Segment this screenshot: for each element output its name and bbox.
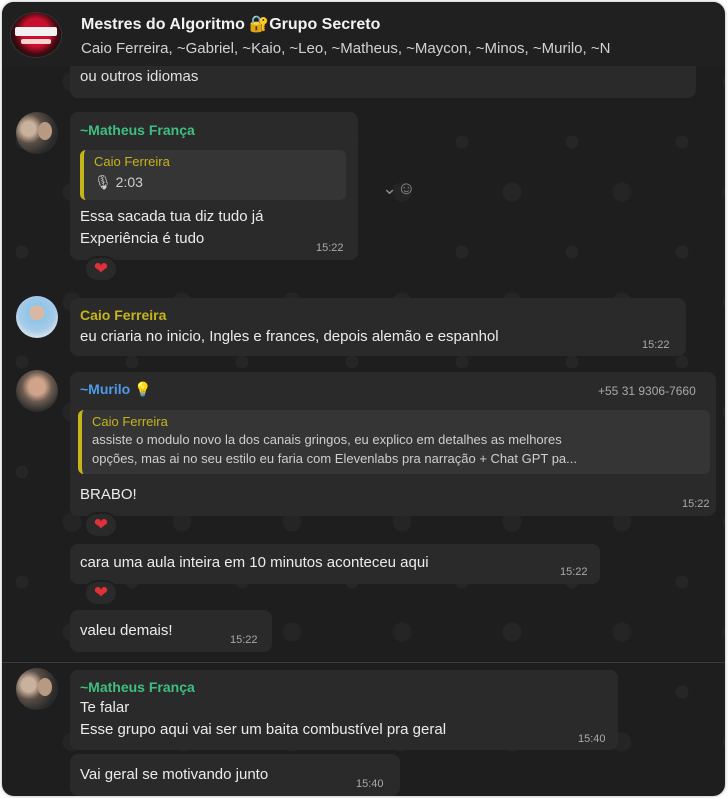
avatar-matheus[interactable] — [16, 668, 58, 710]
message-text-line: BRABO! — [80, 486, 137, 503]
message-text-line: Te falar — [80, 699, 130, 716]
chat-window: ~Matheus França Caio Ferreira 🎙 2:03 Ess… — [2, 2, 725, 796]
message-list[interactable]: ~Matheus França Caio Ferreira 🎙 2:03 Ess… — [2, 2, 725, 796]
message-text-line: cara uma aula inteira em 10 minutos acon… — [80, 554, 429, 571]
message-text-line: valeu demais! — [80, 622, 173, 639]
quote-audio-duration: 🎙 2:03 — [94, 174, 143, 190]
message-text-line: Experiência é tudo — [80, 230, 205, 247]
message-time: 15:22 — [230, 634, 258, 646]
message-text-line: Essa sacada tua diz tudo já — [80, 208, 264, 225]
message-bubble[interactable]: ~Matheus França Caio Ferreira 🎙 2:03 Ess… — [70, 112, 358, 260]
message-bubble[interactable]: ~Murilo 💡 +55 31 9306-7660 Caio Ferreira… — [70, 372, 716, 516]
quote-sender: Caio Ferreira — [92, 414, 168, 429]
message-bubble[interactable]: valeu demais! 15:22 — [70, 610, 272, 652]
message-bubble[interactable]: ~Matheus França Te falar Esse grupo aqui… — [70, 670, 618, 750]
group-title[interactable]: Mestres do Algoritmo 🔐Grupo Secreto — [81, 14, 380, 34]
heart-reaction-icon[interactable]: ❤ — [84, 512, 118, 538]
message-text-line: Esse grupo aqui vai ser um baita combust… — [80, 721, 447, 738]
smiley-reaction-icon[interactable]: ⌄☺ — [382, 178, 415, 199]
quote-sender: Caio Ferreira — [94, 154, 170, 169]
message-text-line: Vai geral se motivando junto — [80, 766, 269, 783]
message-time: 15:22 — [560, 566, 588, 578]
message-time: 15:22 — [316, 242, 344, 254]
quoted-message[interactable]: Caio Ferreira assiste o modulo novo la d… — [78, 410, 710, 474]
sender-name[interactable]: ~Matheus França — [80, 122, 195, 138]
avatar-caio[interactable] — [16, 296, 58, 338]
avatar-murilo[interactable] — [16, 370, 58, 412]
sender-name[interactable]: ~Matheus França — [80, 679, 195, 695]
message-bubble[interactable]: Vai geral se motivando junto 15:40 — [70, 754, 400, 796]
message-bubble[interactable]: cara uma aula inteira em 10 minutos acon… — [70, 544, 600, 584]
group-members[interactable]: Caio Ferreira, ~Gabriel, ~Kaio, ~Leo, ~M… — [81, 40, 610, 57]
heart-reaction-icon[interactable]: ❤ — [84, 580, 118, 606]
quoted-message[interactable]: Caio Ferreira 🎙 2:03 — [80, 150, 346, 200]
message-bubble[interactable]: Caio Ferreira eu criaria no inicio, Ingl… — [70, 298, 686, 356]
sender-phone: +55 31 9306-7660 — [598, 384, 696, 398]
message-time: 15:22 — [682, 498, 710, 510]
message-time: 15:40 — [356, 778, 384, 790]
message-time: 15:22 — [642, 339, 670, 351]
quote-text-line: assiste o modulo novo la dos canais grin… — [92, 432, 562, 447]
chat-header[interactable]: Mestres do Algoritmo 🔐Grupo Secreto Caio… — [2, 2, 725, 66]
message-text-line: ou outros idiomas — [80, 68, 199, 85]
quote-text-line: opções, mas ai no seu estilo eu faria co… — [92, 451, 577, 466]
avatar-matheus[interactable] — [16, 112, 58, 154]
message-text-line: eu criaria no inicio, Ingles e frances, … — [80, 328, 499, 345]
section-divider — [2, 662, 725, 663]
sender-name[interactable]: Caio Ferreira — [80, 307, 166, 323]
group-avatar[interactable] — [10, 12, 62, 58]
sender-name[interactable]: ~Murilo 💡 — [80, 381, 152, 398]
heart-reaction-icon[interactable]: ❤ — [84, 256, 118, 282]
message-time: 15:40 — [578, 733, 606, 745]
